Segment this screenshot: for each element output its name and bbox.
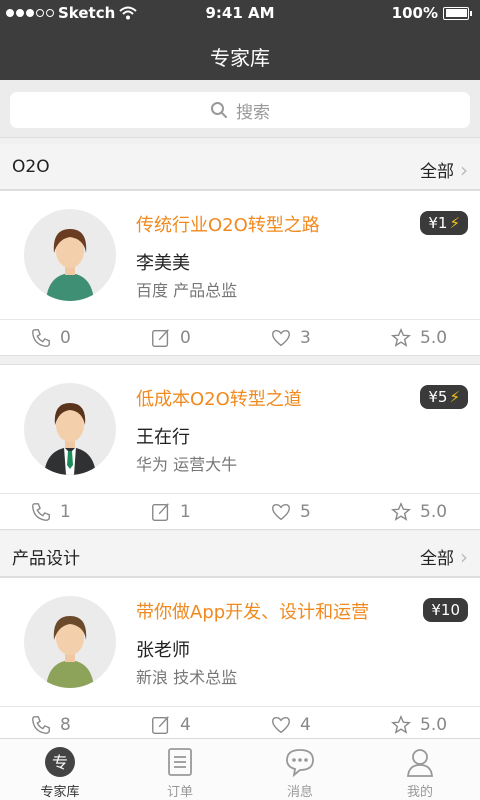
price-badge: ¥10 [423,598,468,622]
battery-icon [443,6,469,20]
phone-icon [32,715,50,734]
like-count: 3 [300,327,311,348]
price-value: ¥5 [428,388,448,406]
edit-stat[interactable]: 0 [120,320,240,355]
search-input[interactable]: 搜索 [10,92,470,128]
expert-name: 李美美 [136,253,190,274]
profile-icon [407,749,433,777]
call-stat[interactable]: 1 [0,494,120,529]
stats-row: 8 4 4 5.0 [0,706,480,742]
expert-card[interactable]: 传统行业O2O转型之路 ¥1 ⚡ 李美美 百度 产品总监 0 0 3 5.0 [0,190,480,356]
order-list-icon [168,748,192,776]
expert-topic: 低成本O2O转型之道 [136,389,302,410]
edit-count: 0 [180,327,191,348]
phone-icon [32,328,50,347]
tab-messages[interactable]: 消息 [240,739,360,800]
section-header-product-design: 产品设计 全部 › [0,531,480,577]
lightning-icon: ⚡ [449,214,460,232]
price-value: ¥10 [431,601,460,619]
heart-icon [272,329,290,346]
view-all-button[interactable]: 全部 › [420,544,468,570]
top-bar: Sketch 9:41 AM 100% 专家库 [0,0,480,80]
call-count: 1 [60,501,71,522]
heart-icon [272,716,290,733]
stats-row: 0 0 3 5.0 [0,319,480,355]
like-count: 5 [300,501,311,522]
battery-group: 100% [392,4,472,22]
heart-icon [272,503,290,520]
call-count: 8 [60,714,71,735]
section-header-o2o: O2O 全部 › [0,144,480,190]
expert-name: 张老师 [136,640,190,661]
battery-percent: 100% [391,4,438,22]
page-title: 专家库 [210,46,270,70]
search-icon [211,102,227,118]
expert-card[interactable]: 低成本O2O转型之道 ¥5 ⚡ 王在行 华为 运营大牛 1 1 5 5.0 [0,364,480,530]
rating-stat[interactable]: 5.0 [360,494,480,529]
edit-stat[interactable]: 4 [120,707,240,742]
chevron-right-icon: › [460,544,468,569]
view-all-label: 全部 [420,549,454,569]
call-stat[interactable]: 0 [0,320,120,355]
phone-icon [32,502,50,521]
tab-label: 消息 [286,785,313,800]
price-value: ¥1 [428,214,448,232]
expert-name: 王在行 [136,427,190,448]
section-title: O2O [12,157,50,177]
tab-profile[interactable]: 我的 [360,739,480,800]
expert-card[interactable]: 带你做App开发、设计和运营 ¥10 张老师 新浪 技术总监 8 4 4 5.0 [0,577,480,743]
edit-count: 1 [180,501,191,522]
call-stat[interactable]: 8 [0,707,120,742]
rating-stat[interactable]: 5.0 [360,320,480,355]
status-bar: Sketch 9:41 AM 100% [0,0,480,26]
star-icon [390,501,412,521]
like-stat[interactable]: 4 [240,707,360,742]
avatar [24,596,116,688]
price-badge: ¥5 ⚡ [420,385,468,409]
star-icon [390,327,412,347]
expert-org: 华为 运营大牛 [136,455,238,474]
stats-row: 1 1 5 5.0 [0,493,480,529]
section-title: 产品设计 [12,549,80,569]
expert-org: 新浪 技术总监 [136,668,238,687]
rating-value: 5.0 [420,501,448,522]
edit-icon [152,328,169,347]
price-badge: ¥1 ⚡ [420,211,468,235]
star-icon [390,714,412,734]
tab-label: 专家库 [40,785,80,800]
edit-icon [152,715,169,734]
view-all-label: 全部 [420,162,454,182]
svg-text:专: 专 [52,753,68,772]
expert-topic: 传统行业O2O转型之路 [136,215,320,236]
rating-value: 5.0 [420,327,448,348]
expert-topic: 带你做App开发、设计和运营 [136,602,370,623]
like-count: 4 [300,714,311,735]
expert-org: 百度 产品总监 [136,281,238,300]
chevron-right-icon: › [460,157,468,182]
tab-label: 我的 [406,785,433,800]
like-stat[interactable]: 3 [240,320,360,355]
search-placeholder: 搜索 [236,102,270,123]
edit-icon [152,502,169,521]
expert-icon: 专 [45,747,75,777]
tab-experts[interactable]: 专 专家库 [0,739,120,800]
call-count: 0 [60,327,71,348]
rating-stat[interactable]: 5.0 [360,707,480,742]
lightning-icon: ⚡ [449,388,460,406]
edit-stat[interactable]: 1 [120,494,240,529]
message-bubble-icon [286,749,314,778]
avatar [24,209,116,301]
view-all-button[interactable]: 全部 › [420,157,468,183]
like-stat[interactable]: 5 [240,494,360,529]
avatar [24,383,116,475]
edit-count: 4 [180,714,191,735]
tab-label: 订单 [166,785,193,800]
tab-orders[interactable]: 订单 [120,739,240,800]
rating-value: 5.0 [420,714,448,735]
tab-bar: 专 专家库 订单 消息 我的 [0,738,480,800]
search-area: 搜索 [0,80,480,138]
